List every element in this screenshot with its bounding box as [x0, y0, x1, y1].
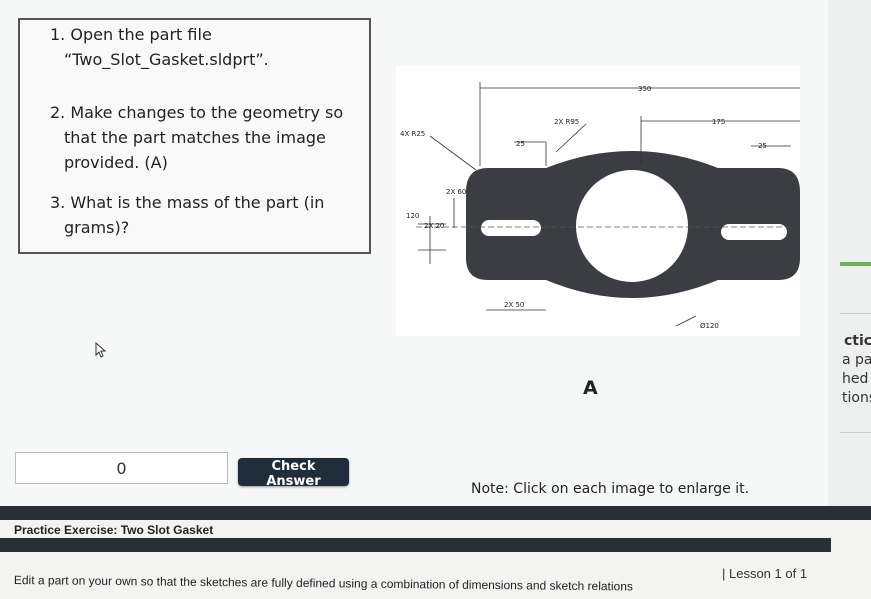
note-text: Note: Click on each image to enlarge it.: [471, 481, 750, 497]
divider-line: [840, 313, 871, 314]
dim-20: 2X 20: [424, 222, 444, 230]
side-fragment-text: hed: [842, 371, 869, 387]
exercise-title: Practice Exercise: Two Slot Gasket: [14, 523, 214, 537]
dim-r25: 4X R25: [400, 130, 425, 138]
instructions-box: 1. Open the part file “Two_Slot_Gasket.s…: [18, 18, 371, 254]
step-2-line-3: provided. (A): [64, 153, 168, 172]
step-1-line-2: “Two_Slot_Gasket.sldprt”.: [64, 50, 269, 69]
step-2-line-1: 2. Make changes to the geometry so: [50, 103, 344, 122]
dim-120: 120: [406, 212, 419, 220]
background-page-strip: ctice a pa hed tions: [828, 0, 871, 540]
dim-dia120: Ø120: [700, 322, 719, 330]
gasket-drawing-image[interactable]: 350 2X R95 175 4X R25 25 25 2X 60 120 2X…: [396, 66, 800, 336]
step-1: 1. Open the part file “Two_Slot_Gasket.s…: [50, 22, 269, 72]
dim-350: 350: [638, 85, 651, 93]
dim-60: 2X 60: [446, 188, 466, 196]
answer-input[interactable]: [15, 452, 228, 484]
side-fragment-text: a pa: [842, 352, 871, 368]
divider-line: [840, 432, 871, 433]
step-3-line-2: grams)?: [64, 218, 130, 237]
left-slot: [481, 220, 541, 236]
dim-25a: 25: [516, 140, 525, 148]
side-fragment-text: ctice: [844, 333, 871, 349]
step-1-line-1: 1. Open the part file: [50, 25, 212, 44]
step-3-line-1: 3. What is the mass of the part (in: [50, 193, 325, 212]
step-2: 2. Make changes to the geometry so that …: [50, 100, 343, 175]
image-label: A: [583, 377, 598, 399]
accent-divider: [840, 262, 871, 266]
dim-175: 175: [712, 118, 725, 126]
right-slot: [721, 224, 787, 240]
dim-r95: 2X R95: [554, 118, 579, 126]
dim-50: 2X 50: [504, 301, 524, 309]
center-hole: [576, 170, 688, 282]
mouse-pointer-icon: [95, 342, 107, 358]
step-3: 3. What is the mass of the part (in gram…: [50, 190, 324, 240]
footer-band: [0, 538, 831, 552]
side-fragment-text: tions: [842, 390, 871, 406]
step-2-line-2: that the part matches the image: [64, 128, 326, 147]
lesson-indicator[interactable]: | Lesson 1 of 1: [722, 566, 807, 581]
dim-25b: 25: [758, 142, 767, 150]
footer-band: [0, 506, 871, 520]
check-answer-button[interactable]: Check Answer: [238, 458, 349, 489]
